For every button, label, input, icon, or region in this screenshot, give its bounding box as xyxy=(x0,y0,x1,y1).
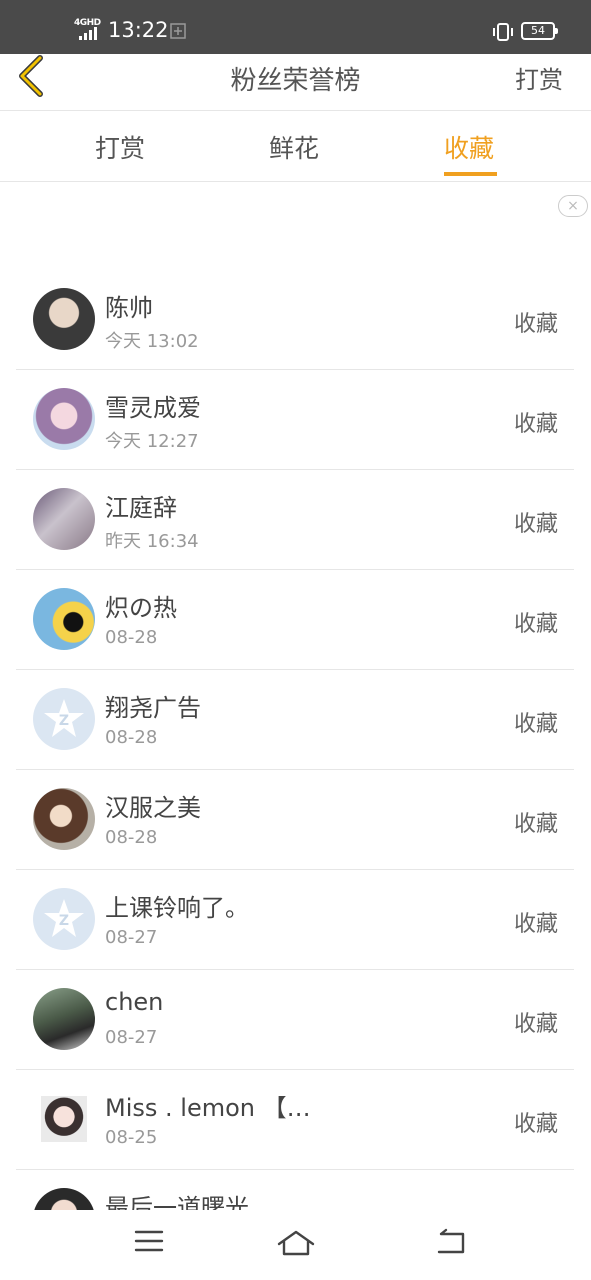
active-tab-indicator xyxy=(444,172,497,176)
list-item[interactable]: 汉服之美 08-28 收藏 xyxy=(16,770,574,870)
reward-button[interactable]: 打赏 xyxy=(515,60,563,95)
fan-name: Miss . lemon 【… xyxy=(105,1094,311,1122)
tab-flowers[interactable]: 鲜花 xyxy=(269,129,319,165)
svg-text:Z: Z xyxy=(59,913,69,929)
fan-name: 最后一道曙光 xyxy=(105,1194,249,1210)
fan-time: 08-27 xyxy=(105,1027,158,1048)
list-item[interactable]: Miss . lemon 【… 08-25 收藏 xyxy=(16,1070,574,1170)
default-avatar-icon: Z xyxy=(44,899,84,937)
tab-bar: 打赏 鲜花 收藏 xyxy=(0,111,591,182)
list-item[interactable]: 江庭辞 昨天 16:34 收藏 xyxy=(16,470,574,570)
fan-time: 08-28 xyxy=(105,727,158,748)
fan-name: chen xyxy=(105,988,164,1016)
close-ad-button[interactable]: × xyxy=(558,195,588,217)
avatar: Z xyxy=(33,688,95,750)
system-nav-bar xyxy=(0,1210,591,1280)
status-bar: 4GHD 13:22 54 xyxy=(0,0,591,54)
fan-time: 今天 13:02 xyxy=(105,331,199,352)
avatar xyxy=(41,1096,87,1142)
signal-icon xyxy=(79,27,97,40)
fan-time: 08-28 xyxy=(105,627,158,648)
fan-time: 08-27 xyxy=(105,927,158,948)
tab-collect[interactable]: 收藏 xyxy=(444,129,494,165)
fan-time: 08-28 xyxy=(105,827,158,848)
return-icon[interactable] xyxy=(435,1228,467,1256)
collect-label: 收藏 xyxy=(513,612,558,637)
list-item[interactable]: 最后一道曙光 收藏 xyxy=(16,1170,574,1210)
fan-time: 昨天 16:34 xyxy=(105,531,199,552)
collect-label: 收藏 xyxy=(513,412,558,437)
avatar xyxy=(33,488,95,550)
svg-text:Z: Z xyxy=(59,713,69,729)
avatar xyxy=(33,388,95,450)
avatar xyxy=(33,988,95,1050)
nav-header: 粉丝荣誉榜 打赏 xyxy=(0,54,591,111)
list-item[interactable]: Z 上课铃响了。 08-27 收藏 xyxy=(16,870,574,970)
avatar xyxy=(33,788,95,850)
fan-name: 陈帅 xyxy=(105,294,153,322)
list-item[interactable]: 炽の热 08-28 收藏 xyxy=(16,570,574,670)
collect-label: 收藏 xyxy=(513,712,558,737)
collect-label: 收藏 xyxy=(513,1012,558,1037)
fan-name: 江庭辞 xyxy=(105,494,177,522)
status-time: 13:22 xyxy=(108,18,169,42)
page-title: 粉丝荣誉榜 xyxy=(230,66,361,96)
list-item[interactable]: 陈帅 今天 13:02 收藏 xyxy=(16,270,574,370)
fan-name: 雪灵成爱 xyxy=(105,394,201,422)
collect-label: 收藏 xyxy=(513,512,558,537)
vibrate-icon xyxy=(493,23,513,41)
default-avatar-icon: Z xyxy=(44,699,84,737)
list-item[interactable]: 雪灵成爱 今天 12:27 收藏 xyxy=(16,370,574,470)
fan-time: 今天 12:27 xyxy=(105,431,199,452)
collect-label: 收藏 xyxy=(513,812,558,837)
tab-reward[interactable]: 打赏 xyxy=(95,129,145,165)
fan-time: 08-25 xyxy=(105,1127,158,1148)
collect-label: 收藏 xyxy=(513,912,558,937)
fan-name: 上课铃响了。 xyxy=(105,894,249,922)
fan-name: 翔尧广告 xyxy=(105,694,201,722)
screenshot-icon xyxy=(170,23,186,39)
avatar xyxy=(33,1188,95,1210)
collect-label: 收藏 xyxy=(513,1112,558,1137)
battery-icon: 54 xyxy=(521,22,558,40)
avatar xyxy=(33,288,95,350)
avatar xyxy=(33,588,95,650)
fan-list: 陈帅 今天 13:02 收藏 雪灵成爱 今天 12:27 收藏 江庭辞 昨天 1… xyxy=(0,270,591,1210)
list-item[interactable]: Z 翔尧广告 08-28 收藏 xyxy=(16,670,574,770)
fan-name: 汉服之美 xyxy=(105,794,201,822)
list-item[interactable]: chen 08-27 收藏 xyxy=(16,970,574,1070)
avatar: Z xyxy=(33,888,95,950)
collect-label: 收藏 xyxy=(513,312,558,337)
battery-level: 54 xyxy=(531,24,545,37)
menu-icon[interactable] xyxy=(134,1228,164,1254)
home-icon[interactable] xyxy=(276,1228,316,1258)
fan-name: 炽の热 xyxy=(105,594,177,622)
